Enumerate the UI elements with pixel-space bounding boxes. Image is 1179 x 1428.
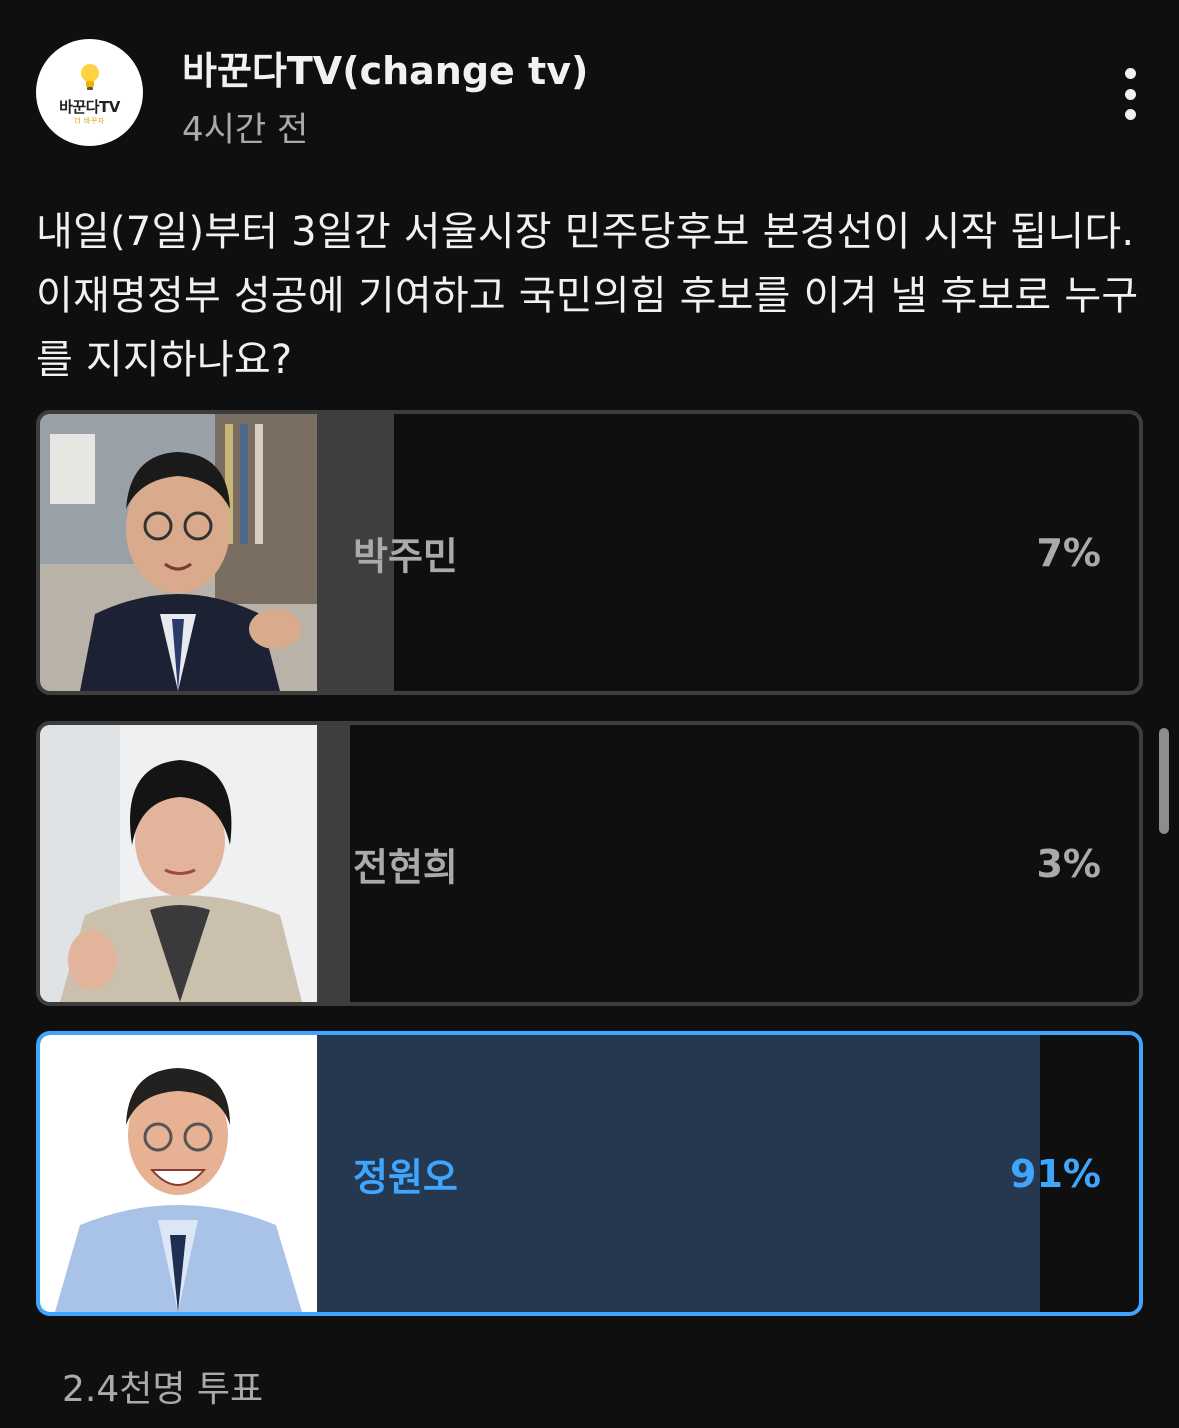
poll-question: 내일(7일)부터 3일간 서울시장 민주당후보 본경선이 시작 됩니다. 이재명… — [36, 209, 1139, 383]
vote-count: 2.4천명 투표 — [62, 1369, 264, 1410]
candidate-photo-woman-beige-coat — [40, 725, 317, 1002]
more-vertical-icon[interactable] — [1118, 68, 1142, 120]
candidate-photo — [40, 1035, 317, 1312]
channel-name[interactable]: 바꾼다TV(change tv) — [182, 40, 588, 95]
menu-dot — [1124, 68, 1136, 79]
poll-option-percent: 3% — [1036, 841, 1101, 886]
lightbulb-icon — [81, 64, 99, 90]
poll-option-2[interactable]: 전현희 3% — [36, 721, 1143, 1006]
candidate-photo — [40, 725, 317, 1002]
poll-option-label: 박주민 — [353, 534, 458, 578]
poll-option-1[interactable]: 박주민 7% — [36, 410, 1143, 695]
candidate-photo — [40, 414, 317, 691]
menu-dot — [1124, 88, 1136, 100]
poll-option-percent: 7% — [1036, 530, 1101, 575]
poll-option-percent: 91% — [1010, 1151, 1101, 1196]
poll-result-bar — [317, 725, 350, 1002]
channel-logo-subtext: 더 바꾸자 — [74, 117, 105, 125]
poll-option-label: 전현희 — [353, 845, 458, 889]
post-time: 4시간 전 — [182, 110, 309, 150]
scrollbar[interactable] — [1159, 728, 1169, 834]
channel-logo-text: 바꾼다TV — [59, 98, 120, 116]
poll-option-3[interactable]: 정원오 91% — [36, 1031, 1143, 1316]
poll-option-label: 정원오 — [353, 1155, 458, 1199]
candidate-photo-man-smiling-blue-shirt — [40, 1035, 317, 1312]
post-header: 바꾼다TV 더 바꾸자 바꾼다TV(change tv) 4시간 전 — [36, 36, 1146, 150]
channel-avatar[interactable]: 바꾼다TV 더 바꾸자 — [36, 39, 143, 146]
candidate-photo-man-glasses-suit — [40, 414, 317, 691]
menu-dot — [1124, 109, 1136, 120]
